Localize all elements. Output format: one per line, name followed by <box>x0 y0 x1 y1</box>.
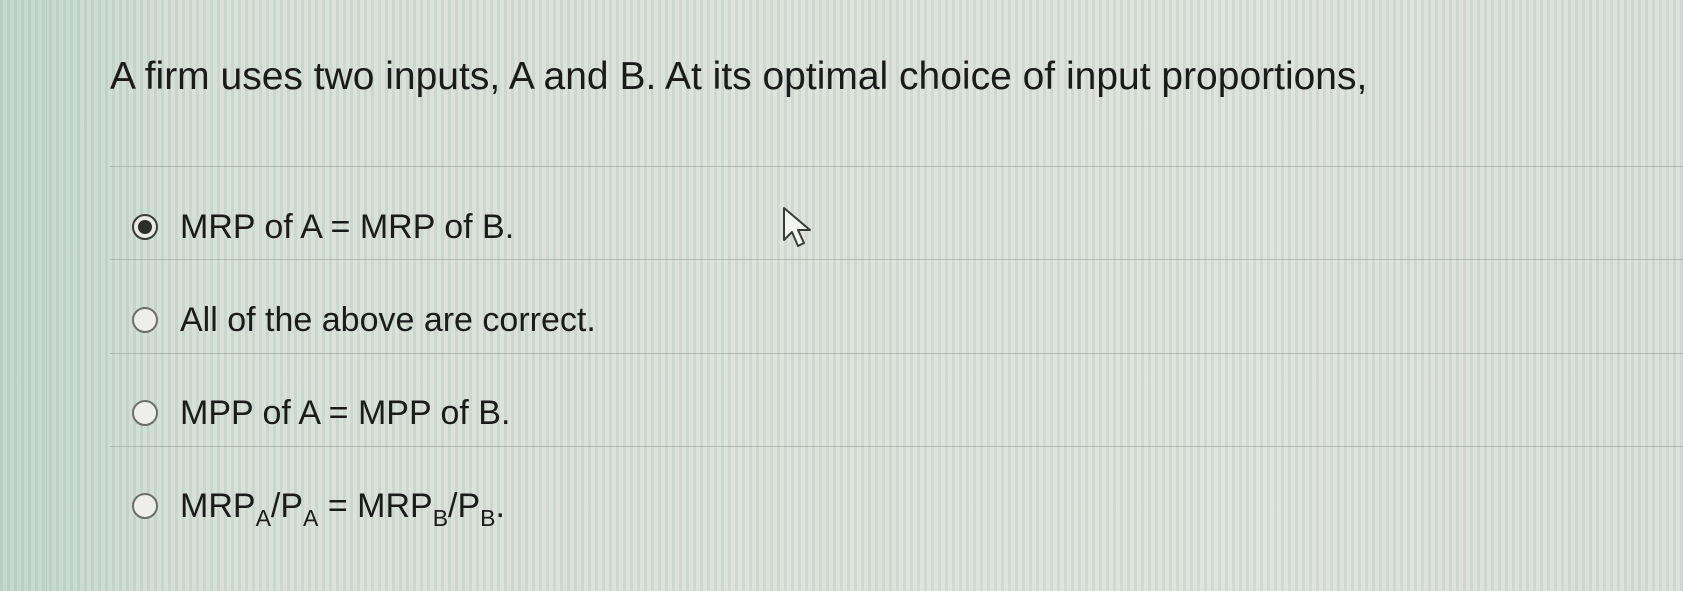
label-part: MRP <box>180 487 256 525</box>
label-subscript: B <box>480 505 496 531</box>
option-label: MRP of A = MRP of B. <box>180 208 515 246</box>
radio-button[interactable] <box>132 400 158 426</box>
label-part: = MRP <box>318 487 433 525</box>
divider <box>110 166 1683 167</box>
answer-option-2[interactable]: All of the above are correct. <box>132 300 596 340</box>
divider <box>110 353 1683 354</box>
radio-button[interactable] <box>132 493 158 519</box>
answer-option-4[interactable]: MRPA/PA = MRPB/PB. <box>132 486 505 530</box>
label-subscript: B <box>432 505 449 531</box>
divider <box>110 446 1683 447</box>
question-text: A firm uses two inputs, A and B. At its … <box>110 55 1368 98</box>
label-part: /P <box>270 487 304 525</box>
radio-button[interactable] <box>132 307 158 333</box>
page-left-rule <box>46 0 47 591</box>
option-label: All of the above are correct. <box>180 301 596 339</box>
divider <box>110 259 1683 260</box>
option-label: MRPA/PA = MRPB/PB. <box>180 486 505 530</box>
label-part: . <box>495 487 505 525</box>
radio-dot-icon <box>138 220 152 234</box>
label-subscript: A <box>303 505 319 531</box>
answer-option-3[interactable]: MPP of A = MPP of B. <box>132 393 510 433</box>
mouse-pointer-icon <box>783 207 811 247</box>
answer-option-1[interactable]: MRP of A = MRP of B. <box>132 207 514 247</box>
label-part: /P <box>448 487 481 525</box>
option-label: MPP of A = MPP of B. <box>180 394 511 432</box>
label-subscript: A <box>255 505 271 531</box>
radio-button-selected[interactable] <box>132 214 158 240</box>
